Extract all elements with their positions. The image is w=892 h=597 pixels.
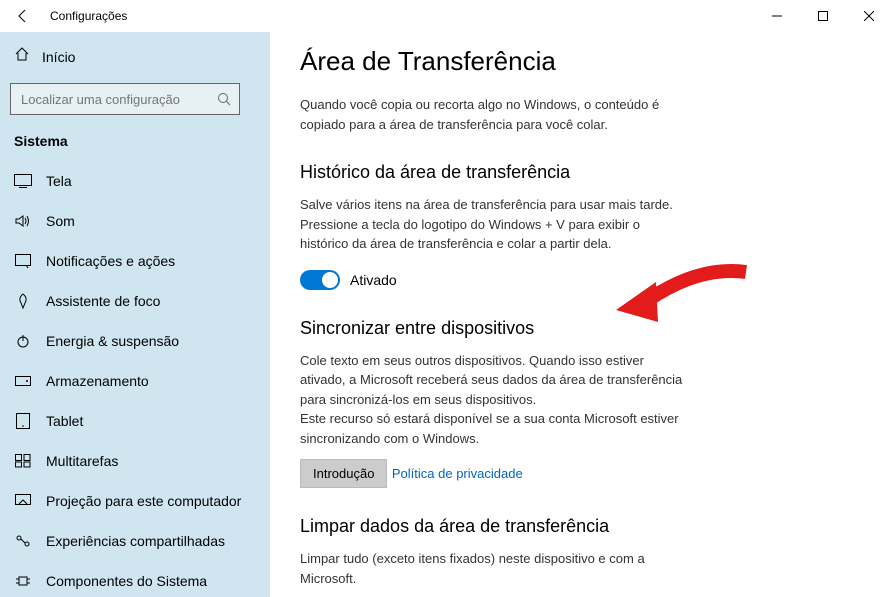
titlebar: Configurações (0, 0, 892, 32)
nav-list: Tela Som Notificações e ações Assistente… (0, 161, 270, 597)
maximize-button[interactable] (800, 0, 846, 32)
sync-desc1: Cole texto em seus outros dispositivos. … (300, 351, 690, 410)
nav-label: Experiências compartilhadas (46, 533, 225, 549)
back-button[interactable] (14, 7, 32, 25)
nav-tela[interactable]: Tela (0, 161, 270, 201)
nav-label: Armazenamento (46, 373, 149, 389)
shared-icon (14, 532, 32, 550)
nav-label: Componentes do Sistema (46, 573, 207, 589)
history-toggle[interactable] (300, 270, 340, 290)
notifications-icon (14, 252, 32, 270)
page-title: Área de Transferência (300, 46, 862, 77)
intro-button[interactable]: Introdução (300, 459, 387, 488)
focus-icon (14, 292, 32, 310)
home-label: Início (42, 49, 75, 65)
sound-icon (14, 212, 32, 230)
nav-projecao[interactable]: Projeção para este computador (0, 481, 270, 521)
nav-componentes[interactable]: Componentes do Sistema (0, 561, 270, 597)
nav-label: Energia & suspensão (46, 333, 179, 349)
nav-label: Tablet (46, 413, 83, 429)
close-button[interactable] (846, 0, 892, 32)
nav-label: Multitarefas (46, 453, 118, 469)
sync-heading: Sincronizar entre dispositivos (300, 318, 862, 339)
category-label: Sistema (0, 127, 270, 161)
nav-energia[interactable]: Energia & suspensão (0, 321, 270, 361)
nav-notificacoes[interactable]: Notificações e ações (0, 241, 270, 281)
nav-label: Tela (46, 173, 72, 189)
sync-desc2: Este recurso só estará disponível se a s… (300, 409, 690, 448)
search-box[interactable] (10, 83, 240, 115)
power-icon (14, 332, 32, 350)
history-toggle-label: Ativado (350, 272, 397, 288)
clear-heading: Limpar dados da área de transferência (300, 516, 862, 537)
multitask-icon (14, 452, 32, 470)
search-icon (209, 92, 239, 106)
components-icon (14, 572, 32, 590)
history-desc: Salve vários itens na área de transferên… (300, 195, 690, 254)
tablet-icon (14, 412, 32, 430)
project-icon (14, 492, 32, 510)
nav-multitarefas[interactable]: Multitarefas (0, 441, 270, 481)
window-title: Configurações (50, 9, 127, 23)
home-button[interactable]: Início (0, 36, 270, 77)
nav-experiencias[interactable]: Experiências compartilhadas (0, 521, 270, 561)
content-pane: Área de Transferência Quando você copia … (270, 32, 892, 597)
minimize-button[interactable] (754, 0, 800, 32)
nav-label: Assistente de foco (46, 293, 160, 309)
storage-icon (14, 372, 32, 390)
nav-assistente-foco[interactable]: Assistente de foco (0, 281, 270, 321)
sidebar: Início Sistema Tela Som Notificações e a… (0, 32, 270, 597)
nav-label: Som (46, 213, 75, 229)
intro-text: Quando você copia ou recorta algo no Win… (300, 95, 690, 134)
nav-tablet[interactable]: Tablet (0, 401, 270, 441)
home-icon (14, 46, 30, 67)
nav-label: Projeção para este computador (46, 493, 241, 509)
history-heading: Histórico da área de transferência (300, 162, 862, 183)
search-input[interactable] (11, 92, 209, 107)
nav-label: Notificações e ações (46, 253, 175, 269)
nav-armazenamento[interactable]: Armazenamento (0, 361, 270, 401)
display-icon (14, 172, 32, 190)
privacy-link[interactable]: Política de privacidade (392, 466, 523, 481)
nav-som[interactable]: Som (0, 201, 270, 241)
clear-desc: Limpar tudo (exceto itens fixados) neste… (300, 549, 690, 588)
